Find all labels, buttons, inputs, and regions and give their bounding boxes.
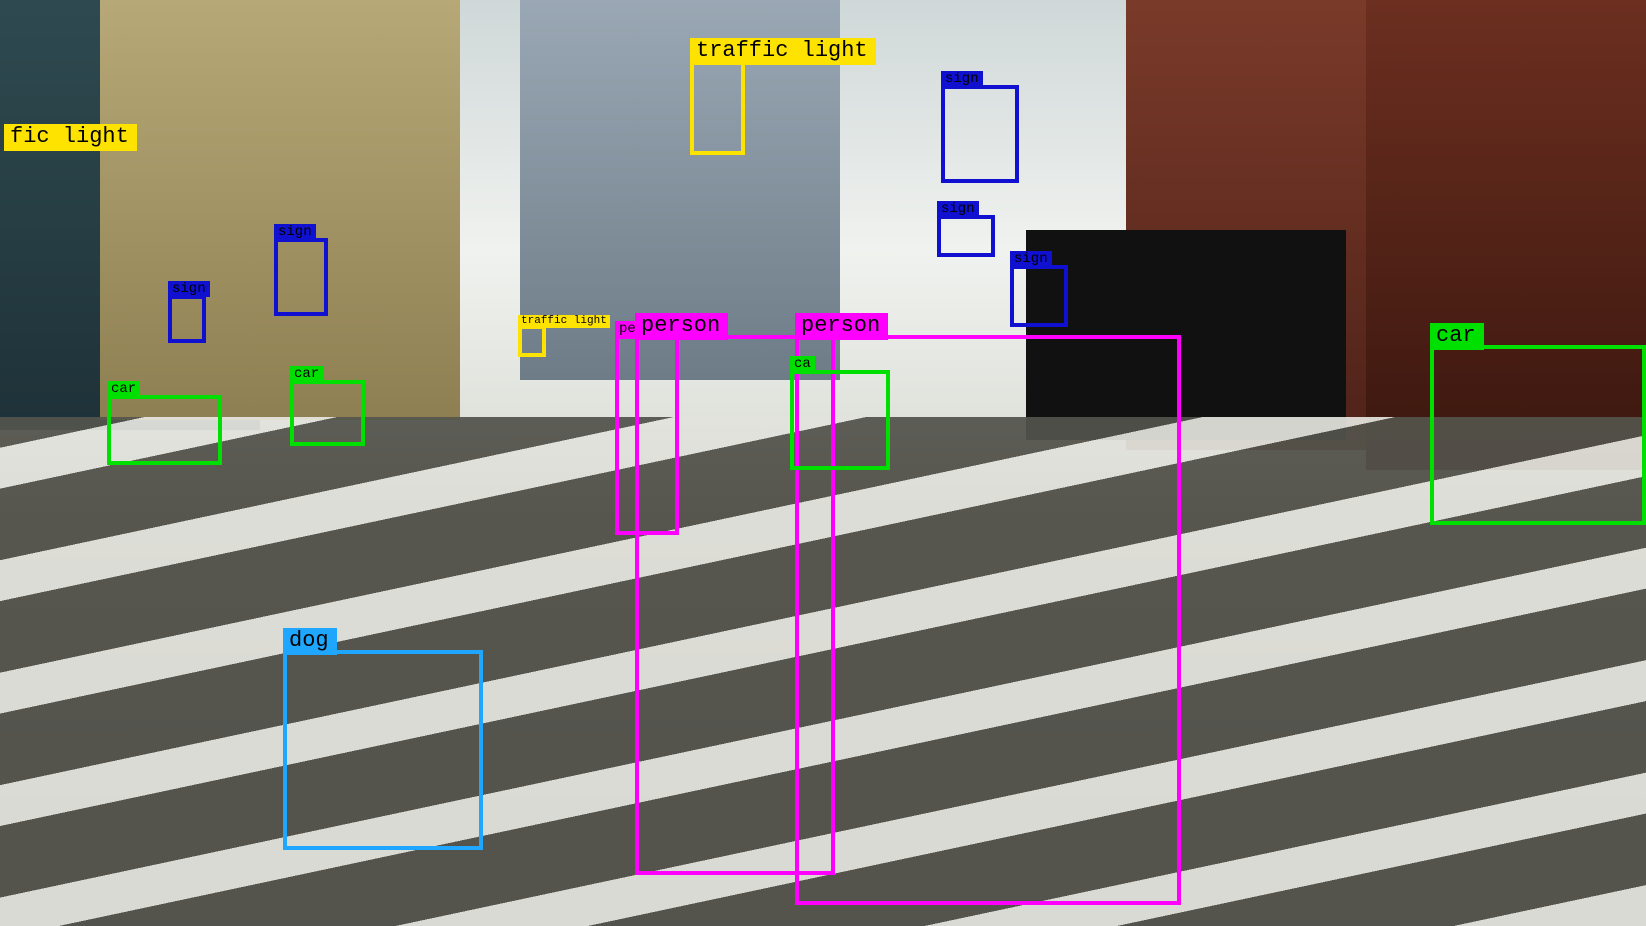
bbox-label: ca bbox=[790, 356, 815, 372]
bbox-label: car bbox=[107, 381, 140, 397]
bbox-car: car bbox=[290, 380, 365, 446]
bbox-sign: sign bbox=[937, 215, 995, 257]
bbox-car: car bbox=[107, 395, 222, 465]
bbox-label: car bbox=[290, 366, 323, 382]
bbox-sign: sign bbox=[941, 85, 1019, 183]
bbox-label: fic light bbox=[4, 124, 137, 151]
bbox-label: traffic light bbox=[518, 315, 610, 328]
bbox-sign: sign bbox=[168, 295, 206, 343]
bbox-person: pe bbox=[615, 335, 679, 535]
street-scene: personpersonpedogcarcarcarcatraffic ligh… bbox=[0, 0, 1646, 926]
bbox-traffic-light: fic light bbox=[0, 120, 122, 160]
bbox-dog: dog bbox=[283, 650, 483, 850]
bbox-sign: sign bbox=[1010, 265, 1068, 327]
bbox-label: dog bbox=[283, 628, 337, 655]
bbox-sign: sign bbox=[274, 238, 328, 316]
bbox-car: car bbox=[1430, 345, 1646, 525]
bbox-label: sign bbox=[274, 224, 316, 240]
bbox-label: traffic light bbox=[690, 38, 876, 65]
bbox-label: pe bbox=[615, 321, 640, 337]
bbox-label: sign bbox=[168, 281, 210, 297]
bbox-traffic-light: traffic light bbox=[518, 325, 546, 357]
bbox-label: sign bbox=[1010, 251, 1052, 267]
bbox-car: ca bbox=[790, 370, 890, 470]
building bbox=[100, 0, 460, 420]
bbox-traffic-light: traffic light bbox=[690, 60, 745, 155]
bbox-label: sign bbox=[941, 71, 983, 87]
bbox-label: car bbox=[1430, 323, 1484, 350]
bbox-label: sign bbox=[937, 201, 979, 217]
